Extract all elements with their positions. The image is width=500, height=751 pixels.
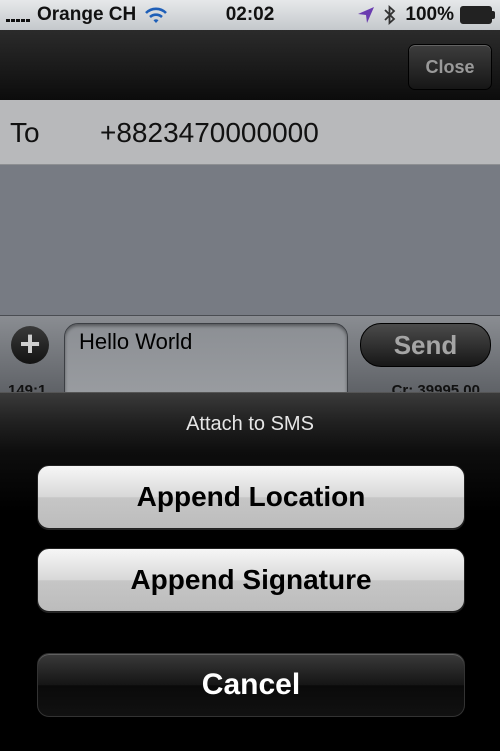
navigation-bar: Close	[0, 30, 500, 100]
message-area	[0, 165, 500, 315]
append-signature-button[interactable]: Append Signature	[37, 548, 465, 612]
battery-percent: 100%	[405, 4, 454, 25]
status-right: 100%	[357, 4, 495, 26]
action-sheet: Attach to SMS Append Location Append Sig…	[0, 392, 500, 751]
message-input[interactable]: Hello World	[64, 323, 348, 396]
recipient-number[interactable]: +8823470000000	[100, 117, 319, 149]
plus-icon[interactable]: +	[11, 326, 49, 364]
recipient-row[interactable]: To +8823470000000	[0, 100, 500, 165]
action-sheet-title: Attach to SMS	[186, 413, 314, 435]
cancel-button[interactable]: Cancel	[37, 653, 465, 717]
bluetooth-icon	[384, 5, 396, 25]
close-button[interactable]: Close	[408, 44, 492, 90]
compose-bar: + Hello World Send 149:1 Cr: 39995.00	[0, 315, 500, 396]
location-arrow-icon	[358, 7, 375, 23]
to-label: To	[10, 117, 40, 148]
status-bar: Orange CH 02:02 100%	[0, 0, 500, 30]
battery-icon	[460, 6, 495, 24]
append-location-button[interactable]: Append Location	[37, 465, 465, 529]
send-button[interactable]: Send	[360, 323, 491, 367]
